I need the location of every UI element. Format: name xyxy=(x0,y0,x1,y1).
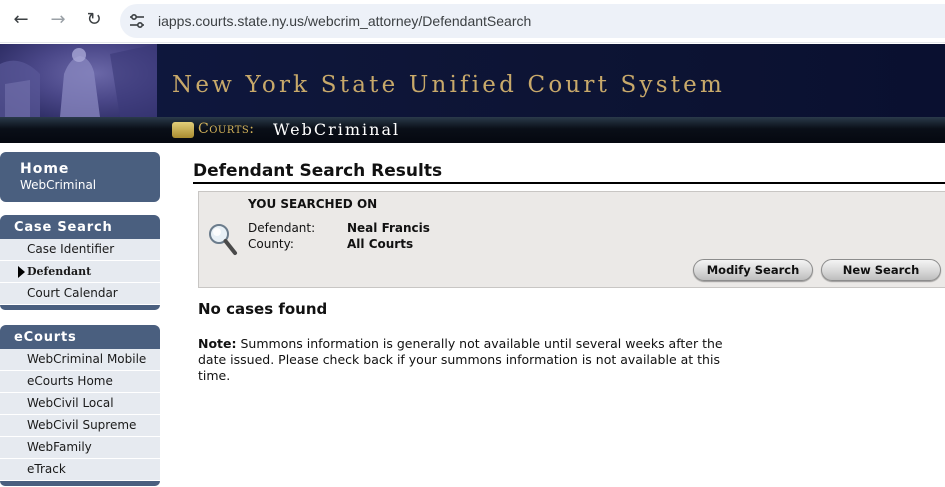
site-title: New York State Unified Court System xyxy=(172,72,725,98)
county-label: County: xyxy=(248,237,294,251)
ecourts-heading: eCourts xyxy=(0,325,160,349)
note-text: Summons information is generally not ava… xyxy=(198,336,723,383)
county-value: All Courts xyxy=(347,237,414,251)
browser-toolbar: ← → ↻ iapps.courts.state.ny.us/webcrim_a… xyxy=(0,0,945,43)
summons-note: Note: Summons information is generally n… xyxy=(198,336,728,384)
no-results-message: No cases found xyxy=(198,300,328,318)
address-bar[interactable]: iapps.courts.state.ny.us/webcrim_attorne… xyxy=(120,4,945,38)
page-title: Defendant Search Results xyxy=(193,161,443,181)
defendant-label: Defendant: xyxy=(248,221,316,235)
courts-label: Courts: xyxy=(198,121,255,137)
note-label: Note: xyxy=(198,336,237,351)
site-settings-icon[interactable] xyxy=(128,12,146,30)
court-seal-image xyxy=(0,44,157,117)
site-banner: New York State Unified Court System xyxy=(0,44,945,117)
sidebar-item-webcriminal-mobile[interactable]: WebCriminal Mobile xyxy=(0,349,160,371)
sidebar-item-webcivil-local[interactable]: WebCivil Local xyxy=(0,393,160,415)
courts-logo-icon xyxy=(172,122,194,138)
app-name: WebCriminal xyxy=(273,120,401,139)
searched-on-heading: YOU SEARCHED ON xyxy=(248,197,378,211)
panel-footer xyxy=(0,305,160,310)
sidebar-item-label: Defendant xyxy=(27,265,92,278)
url-text[interactable]: iapps.courts.state.ny.us/webcrim_attorne… xyxy=(158,4,531,38)
back-icon[interactable]: ← xyxy=(9,8,33,32)
sidebar-item-etrack[interactable]: eTrack xyxy=(0,459,160,481)
case-search-heading: Case Search xyxy=(0,215,160,239)
forward-icon[interactable]: → xyxy=(46,8,70,32)
sidebar-item-webfamily[interactable]: WebFamily xyxy=(0,437,160,459)
new-search-button[interactable]: New Search xyxy=(821,259,941,281)
home-title: Home xyxy=(20,161,70,177)
ecourts-panel: eCourts WebCriminal Mobile eCourts Home … xyxy=(0,325,160,486)
panel-footer xyxy=(0,481,160,486)
defendant-value: Neal Francis xyxy=(347,221,430,235)
sidebar-item-case-identifier[interactable]: Case Identifier xyxy=(0,239,160,261)
sidebar-item-court-calendar[interactable]: Court Calendar xyxy=(0,283,160,305)
case-search-panel: Case Search Case Identifier Defendant Co… xyxy=(0,215,160,310)
current-page-arrow-icon xyxy=(18,266,25,278)
sidebar-item-webcivil-supreme[interactable]: WebCivil Supreme xyxy=(0,415,160,437)
app-bar: Courts: WebCriminal xyxy=(0,117,945,143)
home-subtitle: WebCriminal xyxy=(20,178,97,192)
sidebar-item-defendant[interactable]: Defendant xyxy=(0,261,160,283)
magnifier-icon xyxy=(209,224,237,255)
search-summary-box: YOU SEARCHED ON Defendant: Neal Francis … xyxy=(198,191,945,288)
home-nav-button[interactable]: Home WebCriminal xyxy=(0,152,160,202)
modify-search-button[interactable]: Modify Search xyxy=(693,259,813,281)
sidebar-item-ecourts-home[interactable]: eCourts Home xyxy=(0,371,160,393)
reload-icon[interactable]: ↻ xyxy=(82,8,106,32)
title-divider xyxy=(193,182,945,184)
